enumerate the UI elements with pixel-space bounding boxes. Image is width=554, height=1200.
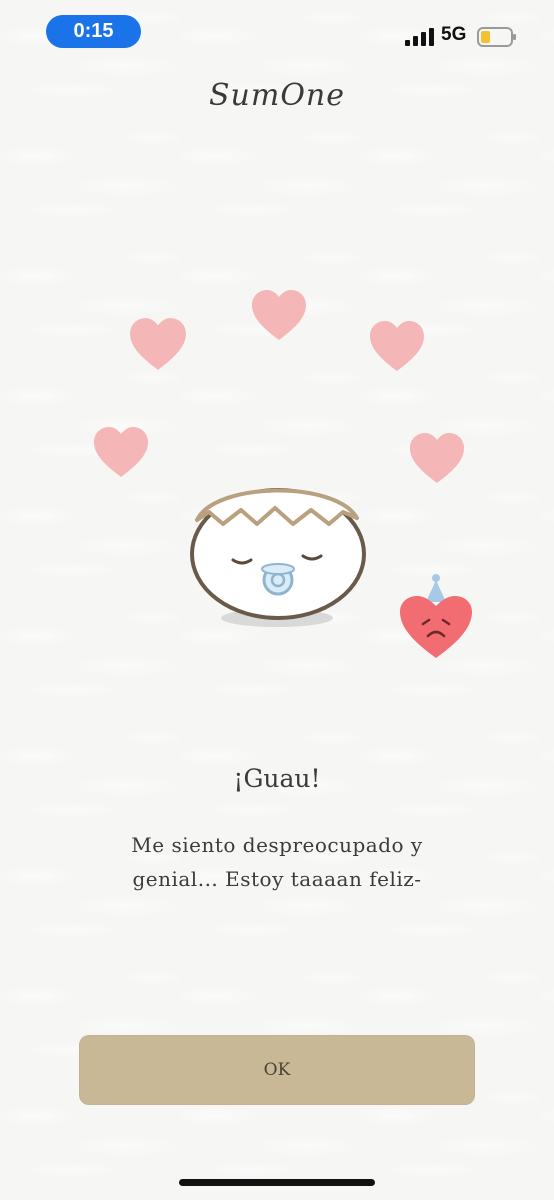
heart-icon bbox=[94, 427, 148, 477]
status-bar: 0:15 5G bbox=[0, 0, 554, 66]
heart-icon bbox=[410, 433, 464, 483]
heart-icon bbox=[370, 321, 424, 371]
heart-icon bbox=[252, 290, 306, 340]
signal-bars-icon bbox=[405, 28, 434, 46]
battery-low-icon bbox=[477, 27, 516, 47]
network-label: 5G bbox=[441, 24, 467, 45]
status-time: 0:15 bbox=[46, 15, 141, 48]
sad-heart-with-party-hat-icon bbox=[400, 574, 472, 658]
app-logo: SumOne bbox=[209, 78, 345, 113]
dialog-title: ¡Guau! bbox=[233, 764, 321, 793]
dialog-message: Me siento despreocupado y genial... Esto… bbox=[131, 833, 423, 891]
heart-icon bbox=[130, 318, 186, 370]
home-indicator[interactable] bbox=[179, 1179, 375, 1186]
ok-button[interactable]: OK bbox=[79, 1035, 475, 1105]
hatching-egg-icon bbox=[190, 488, 366, 627]
